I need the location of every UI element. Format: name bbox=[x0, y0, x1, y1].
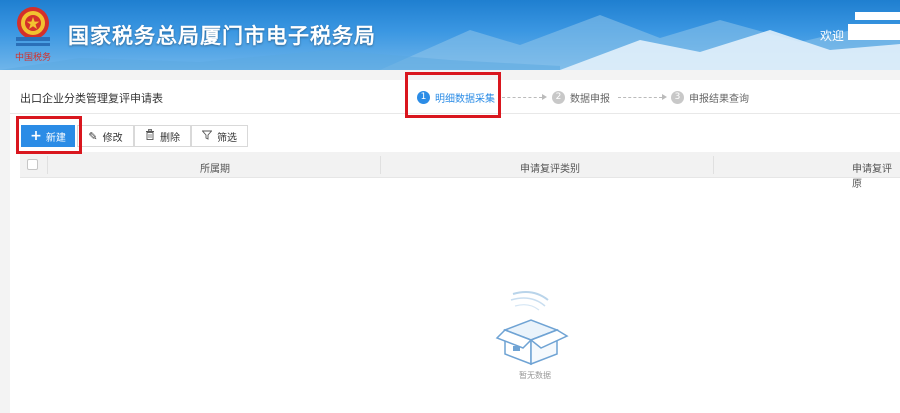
column-header-period[interactable]: 所属期 bbox=[200, 160, 230, 175]
step-number: 3 bbox=[671, 90, 684, 104]
welcome-text: 欢迎 bbox=[820, 29, 845, 43]
step-label: 数据申报 bbox=[570, 93, 610, 105]
highlight-box-step bbox=[405, 72, 501, 118]
delete-button-label: 删除 bbox=[160, 132, 180, 144]
highlight-box-new bbox=[16, 116, 82, 154]
column-divider bbox=[47, 156, 48, 174]
edit-button-label: 修改 bbox=[102, 132, 123, 144]
emblem-label: 中国税务 bbox=[15, 51, 51, 63]
form-title: 出口企业分类管理复评申请表 bbox=[20, 92, 163, 105]
main-card: 出口企业分类管理复评申请表 1 明细数据采集 2 数据申报 3 申报结果查询 +… bbox=[10, 80, 900, 413]
step-arrow-icon bbox=[662, 94, 667, 100]
trash-glyph bbox=[146, 129, 154, 140]
step-connector bbox=[502, 97, 542, 98]
page: 中国税务 国家税务总局厦门市电子税务局 欢迎 出口企业分类管理复评申请表 1 明… bbox=[0, 0, 900, 413]
column-divider bbox=[380, 156, 381, 174]
filter-button-label: 筛选 bbox=[217, 132, 237, 144]
username-field[interactable] bbox=[848, 24, 900, 40]
select-all-checkbox[interactable] bbox=[27, 159, 38, 170]
table-header: 所属期 申请复评类别 申请复评原 bbox=[20, 152, 900, 190]
site-title: 国家税务总局厦门市电子税务局 bbox=[68, 24, 376, 48]
step-connector bbox=[618, 97, 662, 98]
step-result-query[interactable]: 3 申报结果查询 bbox=[671, 89, 749, 105]
step-label: 申报结果查询 bbox=[689, 93, 749, 105]
edit-icon: ✎ bbox=[88, 129, 98, 143]
filter-button[interactable]: 筛选 bbox=[191, 125, 248, 147]
site-banner: 中国税务 国家税务总局厦门市电子税务局 欢迎 bbox=[0, 0, 900, 70]
column-divider bbox=[713, 156, 714, 174]
funnel-glyph bbox=[201, 130, 213, 140]
filter-icon bbox=[201, 130, 213, 143]
step-arrow-icon bbox=[542, 94, 547, 100]
empty-state-text: 暂无数据 bbox=[519, 371, 551, 380]
empty-box-icon bbox=[495, 291, 569, 366]
column-header-review-reason[interactable]: 申请复评原 bbox=[852, 160, 900, 190]
top-right-bar bbox=[855, 12, 900, 20]
tax-emblem-icon: 中国税务 bbox=[15, 7, 51, 63]
column-header-review-category[interactable]: 申请复评类别 bbox=[520, 160, 580, 175]
trash-icon bbox=[145, 129, 155, 143]
step-number: 2 bbox=[552, 90, 565, 104]
edit-button[interactable]: ✎ 修改 bbox=[77, 125, 134, 147]
step-data-declaration[interactable]: 2 数据申报 bbox=[552, 89, 610, 105]
delete-button[interactable]: 删除 bbox=[134, 125, 191, 147]
